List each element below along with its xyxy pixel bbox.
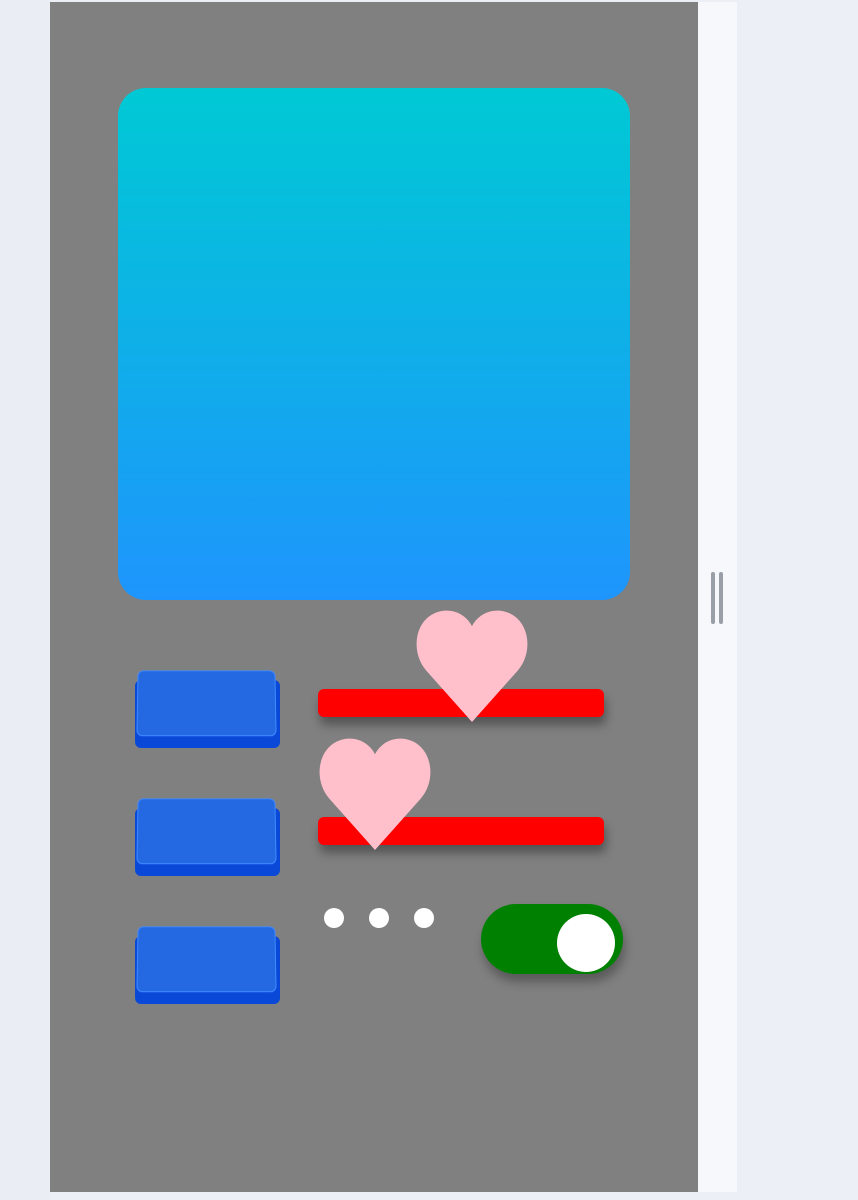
heart-icon[interactable] xyxy=(415,608,529,722)
button-face xyxy=(136,670,277,737)
page-indicator xyxy=(324,908,436,932)
button-face xyxy=(136,798,277,865)
app-canvas xyxy=(50,2,698,1192)
page-dot[interactable] xyxy=(369,908,389,928)
page-dot[interactable] xyxy=(414,908,434,928)
button-face xyxy=(136,926,277,993)
hero-card xyxy=(118,88,630,600)
left-gutter xyxy=(0,0,50,1200)
toggle-switch[interactable] xyxy=(481,904,623,974)
blue-button-2[interactable] xyxy=(135,798,280,878)
blue-button-1[interactable] xyxy=(135,670,280,750)
heart-icon[interactable] xyxy=(318,736,432,850)
page-dot[interactable] xyxy=(324,908,344,928)
handle-bar xyxy=(711,572,715,624)
resize-handle-icon[interactable] xyxy=(711,572,723,624)
blue-button-3[interactable] xyxy=(135,926,280,1006)
toggle-knob xyxy=(557,914,615,972)
handle-bar xyxy=(719,572,723,624)
